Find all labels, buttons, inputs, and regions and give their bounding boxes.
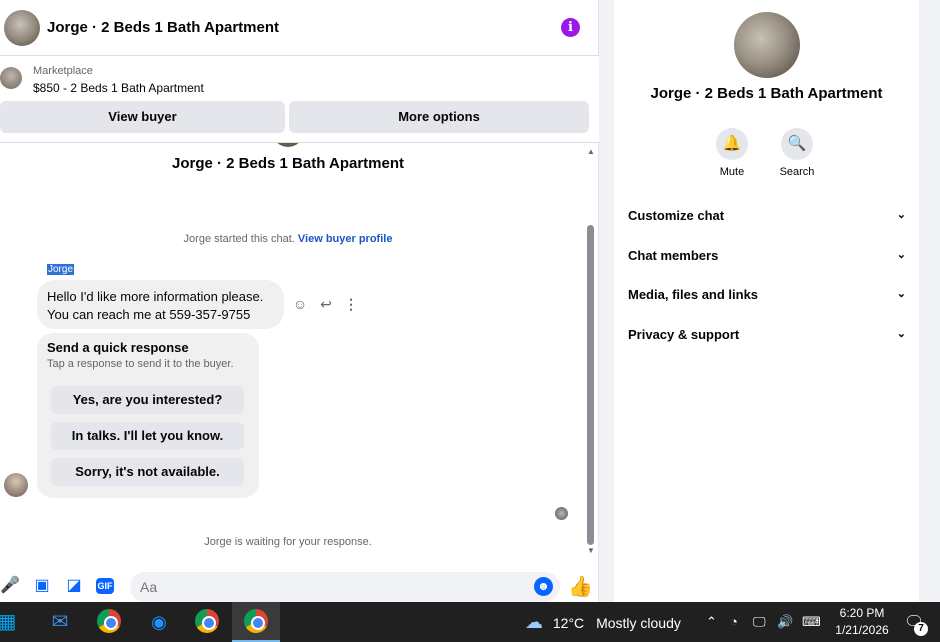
chat-started-text: Jorge started this chat.	[183, 233, 295, 245]
conversation-title: Jorge · 2 Beds 1 Bath Apartment	[172, 155, 404, 172]
search-label: Search	[779, 166, 815, 178]
network-icon[interactable]: 🖵	[753, 614, 766, 630]
panel-avatar[interactable]	[734, 12, 800, 78]
chevron-up-icon[interactable]: ⌃	[706, 614, 717, 630]
chevron-down-icon: ⌄	[896, 249, 906, 261]
chat-started-notice: Jorge started this chat. View buyer prof…	[0, 233, 576, 245]
divider	[599, 0, 614, 602]
chevron-down-icon: ⌄	[896, 328, 906, 340]
search-icon: 🔍	[781, 128, 813, 160]
chat-members-row[interactable]: Chat members ⌄	[628, 248, 906, 268]
scroll-thumb[interactable]	[587, 225, 594, 545]
chrome-icon[interactable]	[195, 609, 221, 635]
react-icon[interactable]: ☺	[291, 295, 309, 313]
gif-icon[interactable]: GIF	[96, 578, 114, 594]
message-line-1: Hello I'd like more information please.	[47, 289, 264, 304]
privacy-support-row[interactable]: Privacy & support ⌄	[628, 327, 906, 347]
quick-response-option[interactable]: Sorry, it's not available.	[51, 458, 244, 486]
message-bubble[interactable]: Hello I'd like more information please. …	[37, 280, 284, 329]
chat-window: Jorge · 2 Beds 1 Bath Apartment i Market…	[0, 0, 599, 602]
customize-chat-row[interactable]: Customize chat ⌄	[628, 208, 906, 228]
media-files-links-row[interactable]: Media, files and links ⌄	[628, 287, 906, 307]
listing-thumbnail[interactable]	[0, 67, 22, 89]
quick-response-title: Send a quick response	[47, 340, 189, 355]
chat-avatar[interactable]	[4, 10, 40, 46]
thumbs-up-icon[interactable]: 👍	[568, 574, 593, 599]
buyer-avatar[interactable]	[4, 473, 28, 497]
clock-time: 6:20 PM	[839, 606, 885, 620]
chrome-icon[interactable]	[97, 609, 123, 635]
scroll-down-arrow[interactable]: ▼	[587, 546, 595, 555]
clock-date: 1/21/2026	[835, 623, 889, 637]
seen-indicator-avatar	[555, 507, 568, 520]
quick-response-card: Send a quick response Tap a response to …	[37, 333, 259, 498]
quick-response-subtitle: Tap a response to send it to the buyer.	[47, 358, 234, 370]
panel-title: Jorge · 2 Beds 1 Bath Apartment	[650, 85, 883, 102]
scrollbar[interactable]: ▲ ▼	[584, 143, 596, 568]
chat-title[interactable]: Jorge · 2 Beds 1 Bath Apartment	[47, 19, 279, 36]
mail-icon[interactable]: ✉	[47, 609, 73, 635]
listing-label: Marketplace	[33, 65, 93, 77]
more-actions-icon[interactable]: ⋮	[342, 295, 360, 313]
message-input-box[interactable]	[130, 572, 560, 602]
search-button[interactable]: 🔍 Search	[767, 128, 827, 178]
windows-start-icon[interactable]: ▦	[0, 609, 20, 635]
taskbar: ▦ ✉ ◉ ☁ 12°C Mostly cloudy ⌃ ◔ 🖵 🔊 ⌨ 6:2…	[0, 602, 940, 642]
row-label: Privacy & support	[628, 327, 740, 342]
marketplace-listing-bar: Marketplace $850 - 2 Beds 1 Bath Apartme…	[0, 57, 599, 143]
photo-icon[interactable]: ▣	[32, 576, 52, 596]
sender-name: Jorge	[47, 264, 75, 275]
browser-icon[interactable]: ◉	[146, 609, 172, 635]
weather-condition: Mostly cloudy	[596, 615, 681, 631]
quick-response-option[interactable]: In talks. I'll let you know.	[51, 422, 244, 450]
view-buyer-button[interactable]: View buyer	[0, 101, 285, 133]
notification-count: 7	[914, 622, 928, 636]
more-options-button[interactable]: More options	[289, 101, 589, 133]
message-line-2: You can reach me at 559-357-9755	[47, 307, 251, 322]
mute-button[interactable]: 🔔 Mute	[702, 128, 762, 178]
message-input[interactable]	[130, 572, 520, 602]
microphone-icon[interactable]: 🎤	[0, 576, 20, 596]
meet-icon[interactable]: ◔	[730, 614, 738, 629]
row-label: Chat members	[628, 248, 719, 263]
scroll-up-arrow[interactable]: ▲	[587, 147, 595, 156]
mute-label: Mute	[719, 166, 745, 178]
reply-icon[interactable]: ↩	[317, 295, 335, 313]
info-icon[interactable]: i	[561, 18, 580, 37]
temperature: 12°C	[552, 615, 585, 631]
system-clock[interactable]: 6:20 PM 1/21/2026	[832, 605, 892, 639]
window-edge	[919, 0, 940, 602]
keyboard-icon[interactable]: ⌨	[802, 614, 821, 630]
message-composer: 🎤 ▣ ◪ GIF ☻ 👍	[0, 570, 599, 602]
weather-cloud-icon: ☁	[525, 612, 543, 632]
view-buyer-profile-link[interactable]: View buyer profile	[298, 233, 393, 245]
quick-response-option[interactable]: Yes, are you interested?	[51, 386, 244, 414]
emoji-icon[interactable]: ☻	[534, 577, 553, 596]
row-label: Customize chat	[628, 208, 725, 223]
chevron-down-icon: ⌄	[896, 209, 906, 221]
weather-widget[interactable]: ☁ 12°C Mostly cloudy	[525, 612, 681, 633]
row-label: Media, files and links	[628, 287, 759, 302]
conversation-avatar	[272, 143, 304, 147]
chat-header: Jorge · 2 Beds 1 Bath Apartment i	[0, 0, 599, 56]
volume-icon[interactable]: 🔊	[777, 614, 793, 630]
active-taskbar-item[interactable]	[232, 602, 280, 642]
chevron-down-icon: ⌄	[896, 288, 906, 300]
waiting-notice: Jorge is waiting for your response.	[204, 536, 372, 548]
sticker-icon[interactable]: ◪	[64, 576, 84, 596]
listing-price-title[interactable]: $850 - 2 Beds 1 Bath Apartment	[33, 81, 204, 95]
chrome-icon	[244, 609, 270, 635]
bell-icon: 🔔	[716, 128, 748, 160]
chat-info-panel: Jorge · 2 Beds 1 Bath Apartment 🔔 Mute 🔍…	[614, 0, 919, 602]
message-list: Jorge · 2 Beds 1 Bath Apartment Jorge st…	[0, 143, 599, 568]
